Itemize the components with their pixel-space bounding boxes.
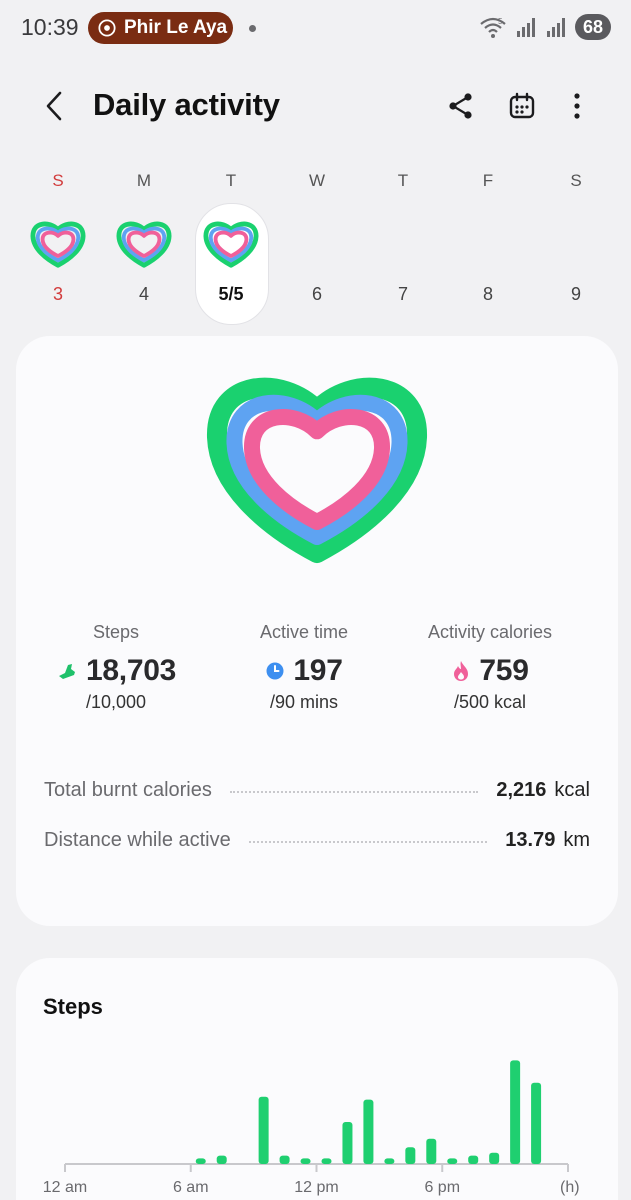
metric-value: 759 <box>479 654 529 687</box>
steps-bar[interactable] <box>510 1060 521 1164</box>
total-burnt-calories-row: Total burnt calories 2,216 kcal <box>44 775 590 805</box>
day-number: 7 <box>397 284 408 304</box>
steps-bar[interactable] <box>216 1155 227 1164</box>
x-tick-label: (h) <box>560 1179 580 1196</box>
signal-icon-2 <box>547 18 565 37</box>
notification-dot <box>249 25 256 32</box>
steps-bar[interactable] <box>195 1158 206 1164</box>
steps-chart-card[interactable]: Steps 12 am 6 am 12 pm 6 pm (h) <box>16 958 618 1200</box>
day-monday[interactable]: M 4 <box>108 165 180 325</box>
x-tick-label: 12 pm <box>294 1179 338 1196</box>
metric-label: Activity calories <box>427 622 553 642</box>
metric-label: Steps <box>92 622 140 642</box>
media-notification-pill[interactable]: Phir Le Aya <box>88 12 233 44</box>
day-letter: T <box>397 171 409 190</box>
day-letter: S <box>570 171 582 190</box>
svg-text:5: 5 <box>498 17 503 26</box>
day-number: 9 <box>570 284 581 304</box>
metric-value: 18,703 <box>86 654 176 687</box>
steps-bar[interactable] <box>489 1152 500 1164</box>
stat-value: 2,216 <box>496 778 547 801</box>
metric-goal: /10,000 <box>85 692 147 712</box>
status-time: 10:39 <box>21 14 79 40</box>
day-letter: M <box>136 171 152 190</box>
steps-bar-chart: 12 am 6 am 12 pm 6 pm (h) <box>43 1060 580 1196</box>
calendar-button[interactable] <box>500 84 544 128</box>
day-thursday[interactable]: T 7 <box>367 165 439 325</box>
x-tick-label: 6 pm <box>424 1179 460 1196</box>
day-saturday[interactable]: S 9 <box>540 165 612 325</box>
back-button[interactable] <box>34 84 74 128</box>
stat-label: Distance while active <box>44 828 231 851</box>
steps-bar[interactable] <box>447 1158 458 1164</box>
metric-value: 197 <box>293 654 343 687</box>
dotted-leader <box>229 791 479 793</box>
more-vertical-icon <box>574 93 580 119</box>
day-letter: T <box>225 171 237 190</box>
shoe-icon <box>59 664 76 679</box>
active-time-metric: Active time 197 /90 mins <box>204 622 404 713</box>
metric-goal: /90 mins <box>269 692 339 712</box>
steps-bar[interactable] <box>405 1147 416 1164</box>
dotted-leader <box>248 841 488 843</box>
activity-ring-icon <box>116 221 172 268</box>
back-arrow-icon <box>46 91 62 121</box>
stat-unit: kcal <box>554 778 590 801</box>
metric-goal: /500 kcal <box>453 692 527 712</box>
day-letter: S <box>52 171 64 190</box>
steps-bar[interactable] <box>279 1155 290 1164</box>
share-icon <box>449 93 472 119</box>
day-wednesday[interactable]: W 6 <box>281 165 353 325</box>
activity-calories-metric: Activity calories 759 /500 kcal <box>390 622 590 713</box>
steps-metric: Steps 18,703 /10,000 <box>16 622 216 713</box>
x-tick-label: 12 am <box>43 1179 87 1196</box>
app-bar: Daily activity <box>0 70 631 142</box>
calendar-icon <box>509 92 535 119</box>
steps-bar[interactable] <box>468 1155 479 1164</box>
metric-label: Active time <box>259 622 349 642</box>
day-letter: W <box>308 171 326 190</box>
stat-unit: km <box>563 828 590 851</box>
day-number: 6 <box>311 284 322 304</box>
day-sunday[interactable]: S 3 <box>22 165 94 325</box>
stat-label: Total burnt calories <box>44 778 212 801</box>
steps-bar[interactable] <box>531 1082 542 1164</box>
activity-heart-rings <box>206 377 428 563</box>
day-friday[interactable]: F 8 <box>452 165 524 325</box>
steps-bar[interactable] <box>321 1158 332 1164</box>
wifi-icon: 5 <box>480 17 506 38</box>
system-icons: 5 68 <box>479 14 611 40</box>
media-title: Phir Le Aya <box>124 17 228 38</box>
activity-ring-icon <box>30 221 86 268</box>
activity-summary-card: Steps 18,703 /10,000 Active time 197 /90… <box>16 336 618 926</box>
battery-indicator: 68 <box>575 14 611 40</box>
distance-while-active-row: Distance while active 13.79 km <box>44 825 590 855</box>
steps-bar[interactable] <box>426 1138 437 1164</box>
more-options-button[interactable] <box>555 84 599 128</box>
day-number: 3 <box>52 284 63 304</box>
signal-icon <box>517 18 535 37</box>
day-tuesday-selected[interactable]: T 5/5 <box>195 165 269 325</box>
activity-ring-icon <box>203 221 259 268</box>
week-selector: S 3 M 4 T 5/5 W 6 T 7 F 8 S 9 <box>14 165 618 325</box>
steps-bar[interactable] <box>258 1096 269 1164</box>
flame-icon <box>454 661 469 681</box>
media-play-icon <box>98 19 116 37</box>
day-letter: F <box>482 171 494 190</box>
steps-bar[interactable] <box>384 1158 395 1164</box>
steps-bar[interactable] <box>363 1099 374 1164</box>
stat-value: 13.79 <box>505 828 556 851</box>
page-title: Daily activity <box>93 87 280 122</box>
day-number: 8 <box>482 284 493 304</box>
share-button[interactable] <box>439 84 483 128</box>
x-tick-label: 6 am <box>173 1179 209 1196</box>
clock-icon <box>266 662 284 680</box>
day-number: 5/5 <box>218 284 244 304</box>
status-bar: 10:39 Phir Le Aya 5 68 <box>0 0 631 58</box>
steps-bar[interactable] <box>342 1122 353 1164</box>
steps-bar[interactable] <box>300 1158 311 1164</box>
day-number: 4 <box>138 284 149 304</box>
